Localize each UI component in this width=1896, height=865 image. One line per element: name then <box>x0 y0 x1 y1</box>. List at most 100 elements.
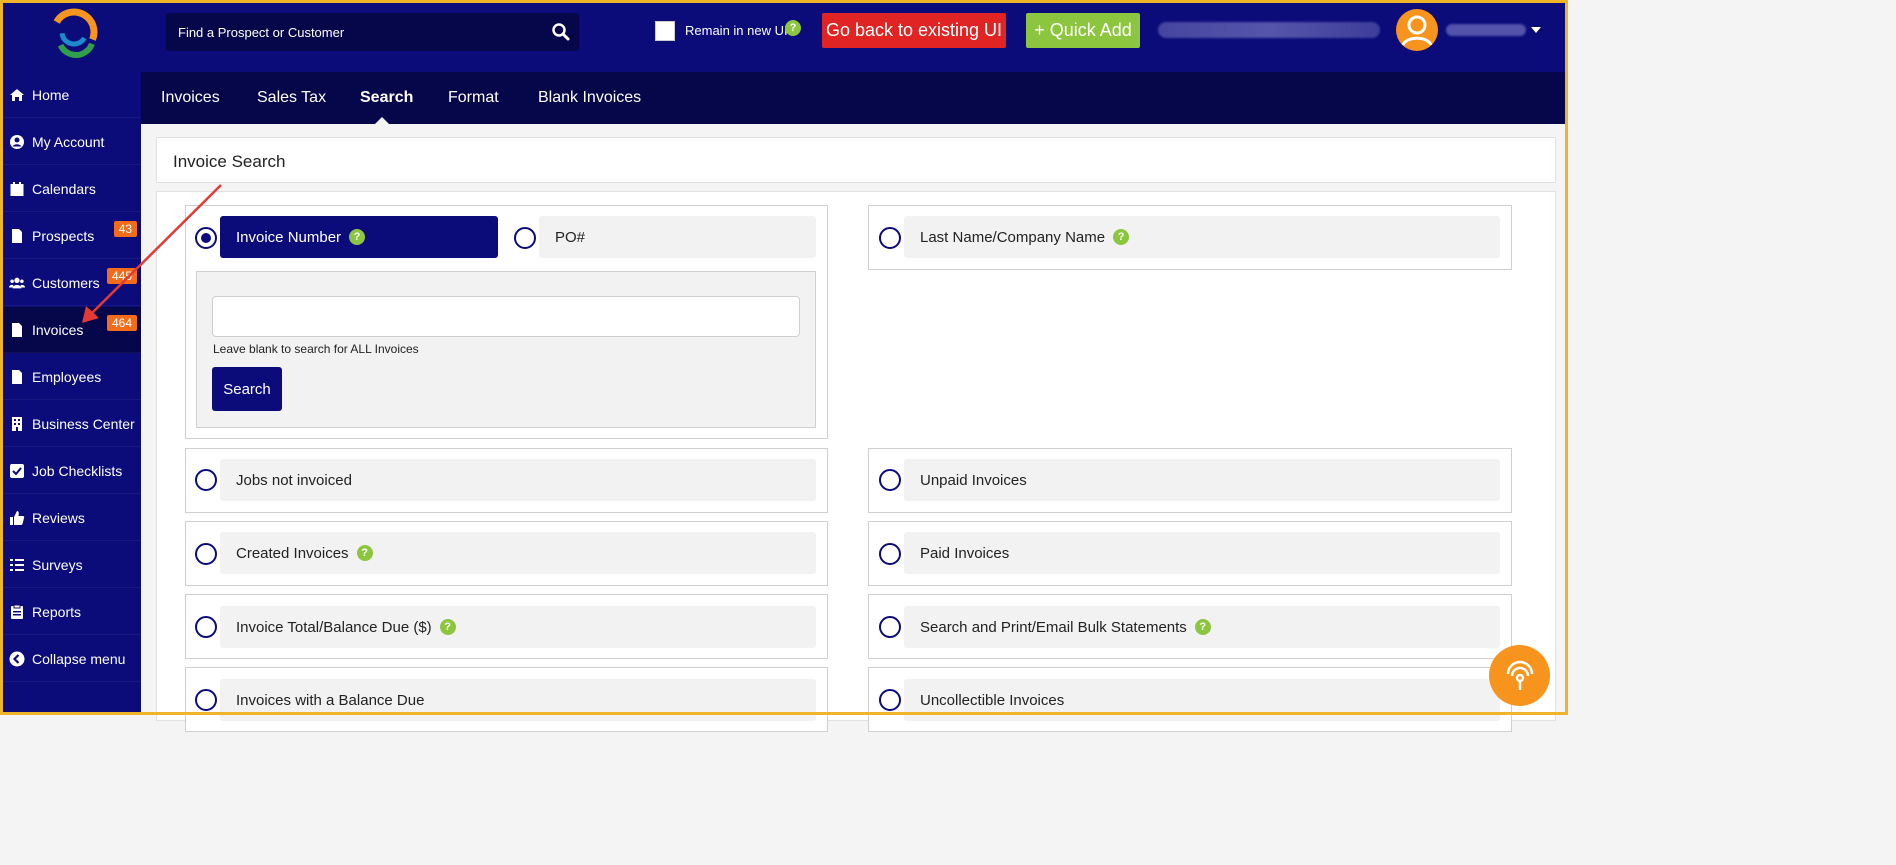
support-widget-button[interactable] <box>1489 645 1550 706</box>
tab-search[interactable]: Search <box>360 89 413 107</box>
sidebar-item-label: Surveys <box>32 556 83 573</box>
sidebar-item-calendars[interactable]: Calendars <box>0 166 141 212</box>
chevron-left-circle-icon <box>9 651 25 667</box>
search-icon[interactable] <box>551 22 571 42</box>
checkbox-icon <box>9 463 25 479</box>
sidebar-item-label: Employees <box>32 368 102 385</box>
signal-help-icon <box>1506 660 1533 690</box>
help-icon[interactable]: ? <box>785 20 801 36</box>
users-icon <box>9 275 25 291</box>
sidebar-item-label: Reports <box>32 603 82 620</box>
active-tab-indicator <box>374 117 390 125</box>
prospect-search-input[interactable] <box>166 13 536 51</box>
sidebar-item-label: Invoices <box>32 321 84 338</box>
file-icon <box>9 369 25 385</box>
jobs-not-invoiced-option[interactable]: Jobs not invoiced <box>220 459 816 501</box>
po-number-option[interactable]: PO# <box>539 216 816 258</box>
search-button[interactable]: Search <box>212 367 282 411</box>
sidebar-item-employees[interactable]: Employees <box>0 354 141 400</box>
help-icon[interactable]: ? <box>356 545 373 561</box>
paid-invoices-radio[interactable] <box>879 543 901 565</box>
created-invoices-option[interactable]: Created Invoices ? <box>220 532 816 574</box>
jobs-not-invoiced-radio[interactable] <box>195 469 217 491</box>
remain-in-new-ui-label: Remain in new UI <box>685 23 788 38</box>
bulk-statements-label: Search and Print/Email Bulk Statements <box>920 618 1187 636</box>
sidebar-item-label: Home <box>32 86 70 103</box>
balance-due-label: Invoices with a Balance Due <box>236 691 425 709</box>
last-name-option[interactable]: Last Name/Company Name ? <box>904 216 1500 258</box>
invoices-count-badge: 464 <box>106 315 137 331</box>
sidebar-item-reports[interactable]: Reports <box>0 589 141 635</box>
unpaid-invoices-label: Unpaid Invoices <box>920 471 1027 489</box>
last-name-radio[interactable] <box>879 227 901 249</box>
avatar[interactable] <box>1396 9 1438 51</box>
paid-invoices-option[interactable]: Paid Invoices <box>904 532 1500 574</box>
sidebar-item-invoices[interactable]: Invoices 464 <box>0 307 141 353</box>
sidebar-item-label: Collapse menu <box>32 650 126 667</box>
sidebar-item-my-account[interactable]: My Account <box>0 119 141 165</box>
help-icon[interactable]: ? <box>1113 229 1130 245</box>
tab-format[interactable]: Format <box>448 89 499 107</box>
created-invoices-label: Created Invoices <box>236 544 349 562</box>
sidebar-item-label: Calendars <box>32 180 96 197</box>
prospect-search <box>166 13 579 51</box>
balance-due-radio[interactable] <box>195 689 217 711</box>
po-number-radio[interactable] <box>514 227 536 249</box>
tab-blank-invoices[interactable]: Blank Invoices <box>538 89 641 107</box>
invoice-number-input[interactable] <box>212 296 800 337</box>
sidebar-item-label: My Account <box>32 133 105 150</box>
sidebar-item-job-checklists[interactable]: Job Checklists <box>0 448 141 494</box>
sidebar-item-business-center[interactable]: Business Center <box>0 401 141 447</box>
invoice-total-radio[interactable] <box>195 616 217 638</box>
bulk-statements-radio[interactable] <box>879 616 901 638</box>
unpaid-invoices-radio[interactable] <box>879 469 901 491</box>
uncollectible-radio[interactable] <box>879 689 901 711</box>
help-icon[interactable]: ? <box>1194 619 1211 635</box>
help-icon[interactable]: ? <box>439 619 456 635</box>
sidebar-item-label: Business Center <box>32 415 135 432</box>
prospects-count-badge: 43 <box>113 221 137 237</box>
user-avatar-icon <box>1401 15 1433 46</box>
remain-in-new-ui-checkbox[interactable] <box>655 21 675 41</box>
invoice-number-radio[interactable] <box>195 227 217 249</box>
quick-add-button[interactable]: + Quick Add <box>1026 13 1140 48</box>
invoice-total-option[interactable]: Invoice Total/Balance Due ($) ? <box>220 606 816 648</box>
sidebar-item-label: Job Checklists <box>32 462 123 479</box>
sidebar-item-home[interactable]: Home <box>0 72 141 118</box>
tab-sales-tax[interactable]: Sales Tax <box>257 89 326 107</box>
user-menu-chevron-down-icon[interactable] <box>1531 27 1541 33</box>
bulk-statements-option[interactable]: Search and Print/Email Bulk Statements ? <box>904 606 1500 648</box>
file-icon <box>9 322 25 338</box>
file-icon <box>9 228 25 244</box>
po-number-label: PO# <box>555 228 586 246</box>
sidebar-item-collapse-menu[interactable]: Collapse menu <box>0 636 141 682</box>
balance-due-option[interactable]: Invoices with a Balance Due <box>220 679 816 721</box>
username-redacted <box>1446 24 1526 36</box>
building-icon <box>9 416 25 432</box>
home-icon <box>9 87 25 103</box>
last-visit-info-redacted <box>1158 22 1380 38</box>
created-invoices-radio[interactable] <box>195 543 217 565</box>
invoice-tabs: Invoices Sales Tax Search Format Blank I… <box>141 72 1568 124</box>
invoice-number-option[interactable]: Invoice Number ? <box>220 216 498 258</box>
sidebar-item-prospects[interactable]: Prospects 43 <box>0 213 141 259</box>
unpaid-invoices-option[interactable]: Unpaid Invoices <box>904 459 1500 501</box>
uncollectible-option[interactable]: Uncollectible Invoices <box>904 679 1500 721</box>
company-logo[interactable] <box>46 4 102 60</box>
go-back-existing-ui-button[interactable]: Go back to existing UI <box>822 13 1006 48</box>
help-icon[interactable]: ? <box>349 229 366 245</box>
calendar-icon <box>9 181 25 197</box>
list-icon <box>9 557 25 573</box>
jobs-not-invoiced-label: Jobs not invoiced <box>236 471 352 489</box>
sidebar: Home My Account Calendars Prospects 43 C… <box>0 72 141 715</box>
sidebar-item-reviews[interactable]: Reviews <box>0 495 141 541</box>
invoice-number-label: Invoice Number <box>236 228 342 246</box>
sidebar-item-customers[interactable]: Customers 445 <box>0 260 141 306</box>
tab-invoices[interactable]: Invoices <box>161 89 220 107</box>
top-bar: Remain in new UI ? Go back to existing U… <box>0 0 1568 72</box>
clipboard-icon <box>9 604 25 620</box>
sidebar-item-surveys[interactable]: Surveys <box>0 542 141 588</box>
invoice-total-label: Invoice Total/Balance Due ($) <box>236 618 432 636</box>
last-name-label: Last Name/Company Name <box>920 228 1106 246</box>
page-title-card: Invoice Search <box>156 137 1556 183</box>
